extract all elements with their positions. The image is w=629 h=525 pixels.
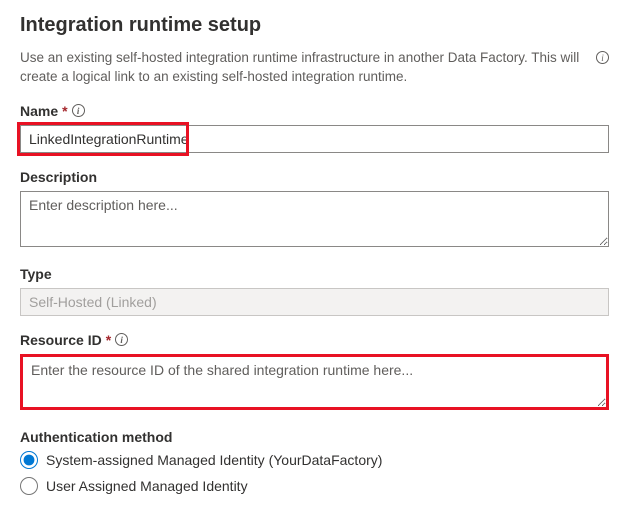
- info-icon[interactable]: i: [596, 51, 609, 64]
- info-icon[interactable]: i: [72, 104, 85, 117]
- auth-system-assigned-label: System-assigned Managed Identity (YourDa…: [46, 452, 382, 468]
- name-field-group: Name * i: [20, 103, 609, 153]
- auth-system-assigned-option[interactable]: System-assigned Managed Identity (YourDa…: [20, 451, 609, 469]
- info-icon[interactable]: i: [115, 333, 128, 346]
- name-label: Name: [20, 103, 58, 119]
- auth-user-assigned-radio[interactable]: [20, 477, 38, 495]
- auth-user-assigned-option[interactable]: User Assigned Managed Identity: [20, 477, 609, 495]
- type-input: [20, 288, 609, 316]
- name-input[interactable]: [20, 125, 609, 153]
- page-description: Use an existing self-hosted integration …: [20, 49, 609, 87]
- auth-method-label: Authentication method: [20, 429, 172, 445]
- resource-id-field-group: Resource ID * i: [20, 332, 609, 413]
- required-asterisk: *: [62, 103, 67, 119]
- type-field-group: Type: [20, 266, 609, 316]
- description-field-group: Description: [20, 169, 609, 250]
- description-input[interactable]: [20, 191, 609, 247]
- resource-id-input[interactable]: [20, 354, 609, 410]
- auth-user-assigned-label: User Assigned Managed Identity: [46, 478, 248, 494]
- type-label: Type: [20, 266, 52, 282]
- resource-id-label: Resource ID: [20, 332, 102, 348]
- description-label: Description: [20, 169, 97, 185]
- page-title: Integration runtime setup: [20, 14, 609, 37]
- auth-system-assigned-radio[interactable]: [20, 451, 38, 469]
- required-asterisk: *: [106, 332, 111, 348]
- auth-method-field-group: Authentication method System-assigned Ma…: [20, 429, 609, 495]
